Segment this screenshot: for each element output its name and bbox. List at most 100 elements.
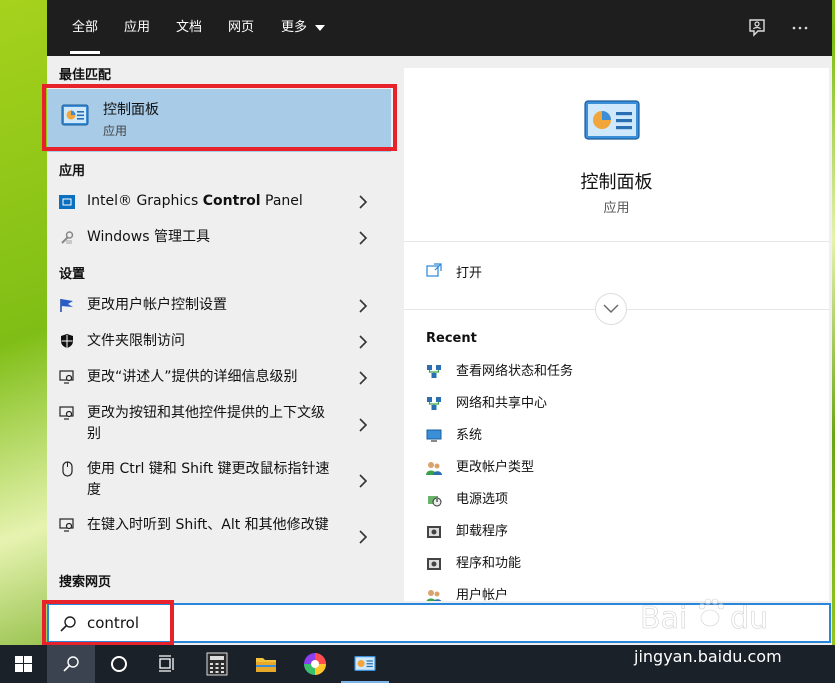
chevron-right-icon[interactable] <box>358 231 368 245</box>
recent-heading: Recent <box>426 331 477 346</box>
tab-more[interactable]: 更多 <box>281 18 326 38</box>
setting-item-label: 更改“讲述人”提供的详细信息级别 <box>87 369 298 385</box>
open-label: 打开 <box>456 266 483 281</box>
app-item-windows-admin-tools[interactable]: Windows 管理工具 <box>47 225 391 251</box>
task-view-button[interactable] <box>143 645 191 683</box>
chevron-down-icon <box>603 304 619 313</box>
recent-item-label: 查看网络状态和任务 <box>456 364 574 379</box>
programs-icon <box>426 556 442 572</box>
setting-item-mouse-speed[interactable]: 使用 Ctrl 键和 Shift 键更改鼠标指针速度 <box>47 459 391 503</box>
control-panel-icon <box>354 656 376 671</box>
app-item-intel-graphics[interactable]: Intel® Graphics Control Panel <box>47 189 391 215</box>
cortana-icon <box>111 656 127 672</box>
recent-item-label: 程序和功能 <box>456 556 522 571</box>
recent-item-label: 卸载程序 <box>456 524 509 539</box>
recent-item[interactable]: 程序和功能 <box>426 556 806 576</box>
setting-item-label: 使用 Ctrl 键和 Shift 键更改鼠标指针速度 <box>87 461 330 498</box>
recent-item-label: 系统 <box>456 428 483 443</box>
setting-item-uac[interactable]: 更改用户帐户控制设置 <box>47 293 391 319</box>
shield-icon <box>59 333 75 349</box>
recent-item[interactable]: 系统 <box>426 428 806 448</box>
recent-item[interactable]: 更改帐户类型 <box>426 460 806 480</box>
recent-item-label: 更改帐户类型 <box>456 460 535 475</box>
taskbar-search-button[interactable] <box>47 645 95 683</box>
chevron-right-icon[interactable] <box>358 335 368 349</box>
narrator-icon <box>59 517 75 533</box>
more-icon[interactable] <box>788 16 812 40</box>
setting-item-label: 更改用户帐户控制设置 <box>87 297 227 313</box>
preview-subtitle: 应用 <box>603 201 630 216</box>
programs-icon <box>426 524 442 540</box>
app-item-label: Intel® Graphics Control Panel <box>87 193 303 209</box>
admin-tools-icon <box>59 230 75 246</box>
expand-button[interactable] <box>595 293 627 325</box>
folder-icon <box>256 658 276 672</box>
tab-web[interactable]: 网页 <box>228 18 254 38</box>
recent-item-label: 网络和共享中心 <box>456 396 548 411</box>
setting-item-context-level[interactable]: 更改为按钮和其他控件提供的上下文级别 <box>47 403 391 447</box>
intel-graphics-icon <box>59 194 75 210</box>
pinwheel-icon <box>304 653 326 675</box>
setting-item-modifier-keys[interactable]: 在键入时听到 Shift、Alt 和其他修改键 <box>47 515 391 559</box>
network-icon <box>426 364 442 380</box>
tab-all[interactable]: 全部 <box>69 18 101 54</box>
control-panel-large-icon <box>584 100 640 140</box>
search-icon <box>63 656 79 672</box>
windows-logo-icon <box>15 656 32 672</box>
mouse-icon <box>59 461 75 477</box>
recent-item-label: 用户帐户 <box>456 588 509 601</box>
chevron-right-icon[interactable] <box>358 195 368 209</box>
chevron-right-icon[interactable] <box>358 299 368 313</box>
narrator-icon <box>59 405 75 421</box>
highlight-search <box>42 600 174 646</box>
network-icon <box>426 396 442 412</box>
open-icon <box>426 263 442 277</box>
recent-item[interactable]: 卸载程序 <box>426 524 806 544</box>
calculator-app[interactable] <box>193 645 241 683</box>
svg-text:du: du <box>730 601 768 636</box>
open-action[interactable]: 打开 <box>426 262 626 282</box>
settings-heading: 设置 <box>59 267 86 282</box>
recent-item[interactable]: 网络和共享中心 <box>426 396 806 416</box>
chevron-right-icon[interactable] <box>358 474 368 488</box>
best-match-heading: 最佳匹配 <box>59 68 112 83</box>
chevron-right-icon[interactable] <box>358 530 368 544</box>
chevron-right-icon[interactable] <box>358 418 368 432</box>
setting-item-folder-access[interactable]: 文件夹限制访问 <box>47 329 391 355</box>
highlight-best-match <box>42 84 397 151</box>
app-item-label: Windows 管理工具 <box>87 229 210 245</box>
caret-down-icon <box>315 24 326 31</box>
power-icon <box>426 492 442 508</box>
watermark-url: jingyan.baidu.com <box>634 647 782 666</box>
calculator-icon <box>206 652 228 676</box>
control-panel-app[interactable] <box>341 645 389 683</box>
svg-text:Bai: Bai <box>640 601 687 636</box>
users-icon <box>426 588 442 601</box>
web-search-heading: 搜索网页 <box>59 575 112 590</box>
setting-item-label: 在键入时听到 Shift、Alt 和其他修改键 <box>87 517 329 533</box>
apps-heading: 应用 <box>59 164 86 179</box>
tab-apps[interactable]: 应用 <box>124 18 150 38</box>
system-icon <box>426 428 442 444</box>
chevron-right-icon[interactable] <box>358 371 368 385</box>
recent-item[interactable]: 查看网络状态和任务 <box>426 364 806 384</box>
recent-item-label: 电源选项 <box>456 492 509 507</box>
setting-item-label: 更改为按钮和其他控件提供的上下文级别 <box>87 405 325 442</box>
file-explorer-app[interactable] <box>242 645 290 683</box>
filter-bar: 全部 应用 文档 网页 更多 <box>47 0 832 56</box>
recent-item[interactable]: 电源选项 <box>426 492 806 512</box>
narrator-icon <box>59 369 75 385</box>
baidu-logo-watermark: Bai du <box>640 590 800 640</box>
uac-flag-icon <box>59 297 75 313</box>
windows-start-button[interactable] <box>0 645 48 683</box>
cortana-button[interactable] <box>95 645 143 683</box>
photos-app[interactable] <box>291 645 339 683</box>
setting-item-narrator-detail[interactable]: 更改“讲述人”提供的详细信息级别 <box>47 365 391 391</box>
users-icon <box>426 460 442 476</box>
preview-title: 控制面板 <box>580 172 653 193</box>
task-view-icon <box>159 655 174 672</box>
preview-pane: 控制面板 应用 打开 Recent 查看网络状态和任务 网络和共享中心 系统更改帐户… <box>404 68 829 601</box>
tab-documents[interactable]: 文档 <box>176 18 202 38</box>
setting-item-label: 文件夹限制访问 <box>87 333 185 349</box>
feedback-icon[interactable] <box>745 16 769 40</box>
